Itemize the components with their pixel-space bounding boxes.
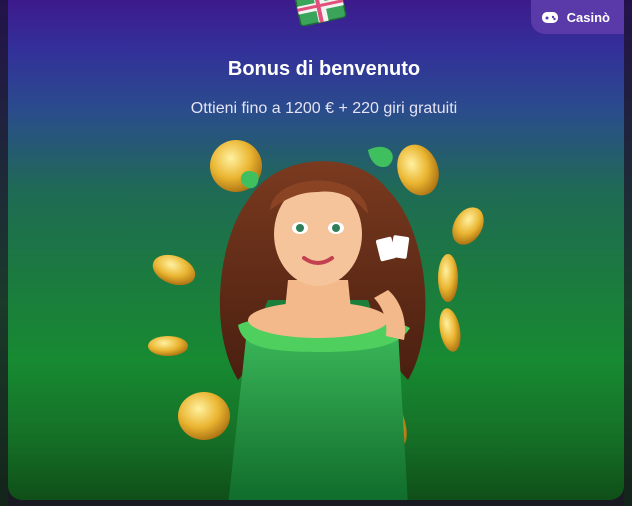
- welcome-bonus-card[interactable]: Bonus di benvenuto Ottieni fino a 1200 €…: [8, 0, 624, 500]
- left-edge: [0, 0, 8, 506]
- badge-label: Casinò: [566, 9, 610, 25]
- promo-subtitle: Ottieni fino a 1200 € + 220 giri gratuit…: [190, 100, 458, 117]
- casino-woman-coins-illustration: [148, 140, 484, 500]
- game-controller-icon: [541, 12, 558, 23]
- gift-box-icon: [294, 0, 347, 26]
- casino-badge[interactable]: Casinò: [530, 0, 624, 34]
- page-title: Bonus di benvenuto: [227, 58, 421, 80]
- right-edge: [624, 0, 632, 506]
